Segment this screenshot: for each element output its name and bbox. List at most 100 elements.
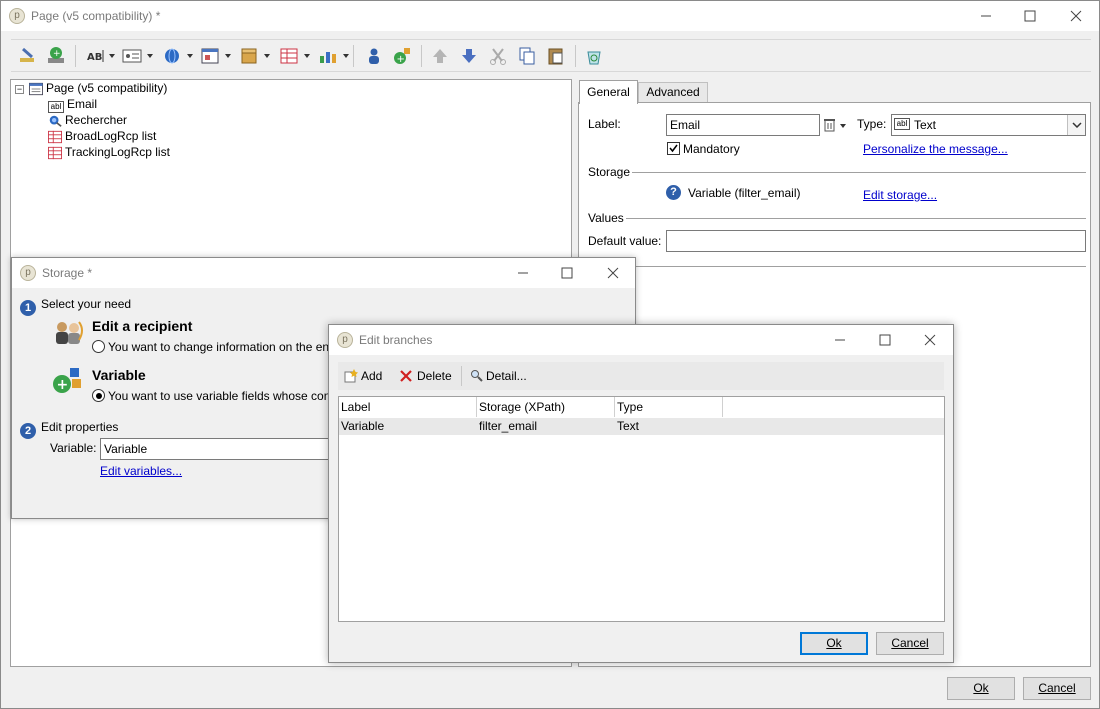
table-icon [48, 130, 62, 143]
variable-option[interactable]: You want to use variable fields whose co… [92, 389, 330, 403]
type-select[interactable]: Text [891, 114, 1086, 136]
close-button[interactable] [590, 258, 636, 288]
tree-item-label: Email [67, 97, 98, 111]
translation-dropdown-icon[interactable] [823, 117, 847, 133]
edit-variables-link[interactable]: Edit variables... [100, 464, 182, 478]
tree-item-rechercher[interactable]: Rechercher [48, 112, 127, 128]
variable-icon: + [52, 365, 86, 397]
maximize-button[interactable] [1007, 1, 1053, 31]
page-icon [29, 82, 43, 95]
step-number-icon: 1 [20, 300, 36, 316]
column-header-type[interactable]: Type [615, 397, 723, 417]
add-label: Add [361, 369, 383, 383]
detail-button[interactable]: Detail... [470, 369, 527, 383]
branches-titlebar: p Edit branches [329, 325, 953, 355]
storage-dialog-title: Storage * [42, 266, 93, 280]
chevron-down-icon[interactable] [1067, 115, 1085, 135]
app-logo-icon: p [9, 8, 25, 24]
recipient-tool-icon[interactable] [363, 45, 385, 67]
tree-item-broadlog[interactable]: BroadLogRcp list [48, 128, 156, 144]
branches-grid: Label Storage (XPath) Type Variable filt… [338, 396, 945, 622]
minimize-button[interactable] [963, 1, 1009, 31]
delete-button[interactable]: Delete [399, 369, 452, 383]
edit-recipient-title: Edit a recipient [92, 318, 193, 334]
toolbar-separator [75, 45, 76, 67]
storage-value: Variable (filter_email) [688, 186, 801, 200]
table-tool-icon[interactable] [278, 45, 310, 67]
toolbar-separator [575, 45, 576, 67]
collapse-icon[interactable]: − [15, 85, 24, 94]
divider [626, 218, 1086, 219]
add-variable-tool-icon[interactable]: + [392, 45, 414, 67]
magnifier-icon [471, 370, 483, 382]
maximize-button[interactable] [544, 258, 590, 288]
delete-icon [400, 370, 412, 382]
move-down-icon[interactable] [458, 45, 480, 67]
table-dropdown-icon[interactable] [304, 54, 310, 58]
tab-advanced[interactable]: Advanced [638, 82, 708, 102]
chart-dropdown-icon[interactable] [343, 54, 349, 58]
edit-recipient-option[interactable]: You want to change information on the en [92, 340, 329, 354]
chart-tool-icon[interactable] [317, 45, 349, 67]
maximize-button[interactable] [862, 325, 908, 355]
toolbar-separator [353, 45, 354, 67]
default-value-input[interactable] [666, 230, 1086, 252]
branches-ok-button[interactable]: Ok [800, 632, 868, 655]
delete-label: Delete [417, 369, 452, 383]
add-container-tool-icon[interactable]: + [45, 45, 67, 67]
text-field-dropdown-icon[interactable] [109, 54, 115, 58]
cell-label: Variable [341, 419, 385, 433]
edit-storage-link[interactable]: Edit storage... [863, 188, 937, 202]
form-fields-dropdown-icon[interactable] [147, 54, 153, 58]
page-layout-dropdown-icon[interactable] [225, 54, 231, 58]
text-field-tool-icon[interactable]: AB [85, 45, 115, 67]
web-tool-icon[interactable] [161, 45, 193, 67]
minimize-button[interactable] [500, 258, 546, 288]
toolbar-separator [421, 45, 422, 67]
main-ok-button[interactable]: Ok [947, 677, 1015, 700]
close-button[interactable] [1053, 1, 1099, 31]
web-dropdown-icon[interactable] [187, 54, 193, 58]
cut-icon[interactable] [487, 45, 509, 67]
branches-cancel-button[interactable]: Cancel [876, 632, 944, 655]
mandatory-checkbox[interactable] [667, 142, 680, 155]
package-dropdown-icon[interactable] [264, 54, 270, 58]
variable-radio[interactable] [92, 389, 105, 402]
detail-label: Detail... [486, 369, 527, 383]
column-header-storage[interactable]: Storage (XPath) [477, 397, 615, 417]
minimize-button[interactable] [817, 325, 863, 355]
recycle-icon[interactable] [583, 45, 605, 67]
tree-root[interactable]: − Page (v5 compatibility) [15, 80, 167, 96]
copy-icon[interactable] [516, 45, 538, 67]
recipient-edit-icon [52, 318, 86, 348]
tree-item-label: TrackingLogRcp list [65, 145, 170, 159]
step1-heading: 1 Select your need [20, 297, 131, 316]
personalize-link[interactable]: Personalize the message... [863, 142, 1008, 156]
tree-item-trackinglog[interactable]: TrackingLogRcp list [48, 144, 170, 160]
label-input[interactable]: Email [666, 114, 820, 136]
add-button[interactable]: Add [344, 369, 382, 383]
branches-dialog-title: Edit branches [359, 333, 433, 347]
text-input-icon: abl [894, 118, 910, 130]
variable-input[interactable]: Variable [100, 438, 340, 460]
close-button[interactable] [907, 325, 953, 355]
move-up-icon[interactable] [429, 45, 451, 67]
main-cancel-button[interactable]: Cancel [1023, 677, 1091, 700]
cell-storage: filter_email [479, 419, 538, 433]
form-fields-tool-icon[interactable] [121, 45, 153, 67]
paste-icon[interactable] [545, 45, 567, 67]
edit-recipient-radio[interactable] [92, 340, 105, 353]
default-value-caption: Default value: [588, 234, 662, 248]
tree-item-email[interactable]: abl Email [48, 96, 98, 113]
column-header-label[interactable]: Label [339, 397, 477, 417]
page-layout-tool-icon[interactable] [199, 45, 231, 67]
table-row[interactable]: Variable filter_email Text [339, 418, 944, 435]
edit-recipient-desc: You want to change information on the en [108, 340, 330, 354]
storage-titlebar: p Storage * [12, 258, 635, 288]
clear-selection-tool-icon[interactable] [17, 45, 39, 67]
package-tool-icon[interactable] [238, 45, 270, 67]
divider [632, 172, 1086, 173]
tree-item-label: BroadLogRcp list [65, 129, 157, 143]
tree-item-label: Rechercher [65, 113, 128, 127]
tab-general[interactable]: General [579, 80, 638, 104]
